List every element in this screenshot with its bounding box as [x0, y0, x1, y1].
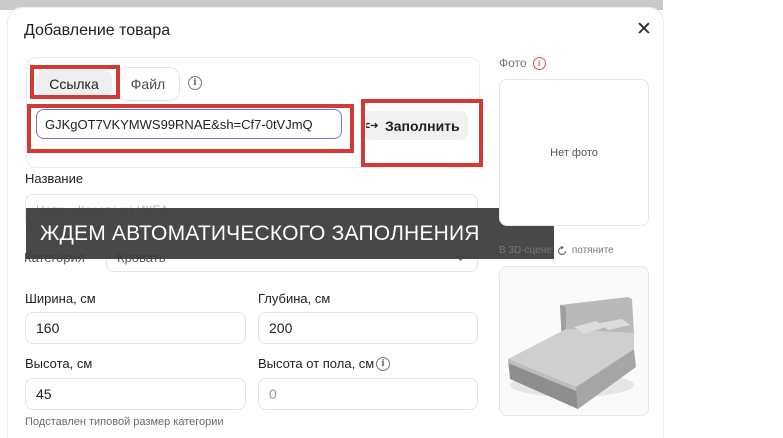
- depth-label: Глубина, см: [258, 291, 331, 306]
- highlight-link-tab: [30, 65, 120, 99]
- photo-label-row: Фото i: [499, 56, 546, 70]
- warning-icon: i: [532, 56, 546, 70]
- highlight-fill-button: [361, 99, 483, 167]
- highlight-url-input: [27, 104, 354, 153]
- floor-height-label: Высота от пола, см: [258, 356, 375, 371]
- height-value: 45: [36, 386, 52, 402]
- height-input[interactable]: 45: [25, 378, 246, 410]
- scene-label-row: В 3D-сцене потяните: [499, 245, 614, 256]
- height-label: Высота, см: [25, 356, 93, 371]
- scene-label: В 3D-сцене: [499, 245, 552, 256]
- width-value: 160: [36, 320, 60, 336]
- width-label: Ширина, см: [25, 291, 96, 306]
- depth-input[interactable]: 200: [258, 312, 478, 344]
- dialog-title: Добавление товара: [24, 22, 171, 39]
- name-label: Название: [25, 171, 84, 186]
- background-side: [663, 0, 783, 434]
- tab-file[interactable]: Файл: [116, 67, 180, 101]
- rotate-hint: потяните: [571, 245, 614, 256]
- rotate-icon: [557, 245, 566, 255]
- close-icon[interactable]: ✕: [636, 20, 652, 39]
- photo-upload-area[interactable]: Нет фото: [499, 79, 649, 226]
- no-photo-text: Нет фото: [550, 146, 598, 159]
- width-input[interactable]: 160: [25, 312, 246, 344]
- depth-value: 200: [269, 320, 293, 336]
- info-icon[interactable]: i: [188, 76, 202, 90]
- scene-3d-preview[interactable]: [499, 266, 649, 416]
- size-hint: Подставлен типовой размер категории: [25, 416, 224, 428]
- waiting-overlay-banner: ЖДЕМ АВТОМАТИЧЕСКОГО ЗАПОЛНЕНИЯ: [26, 208, 554, 259]
- info-icon[interactable]: i: [376, 357, 390, 371]
- bed-3d-preview-icon: [508, 297, 636, 409]
- floor-height-input[interactable]: 0: [258, 378, 478, 410]
- floor-height-value: 0: [269, 386, 277, 402]
- photo-label: Фото: [499, 56, 527, 70]
